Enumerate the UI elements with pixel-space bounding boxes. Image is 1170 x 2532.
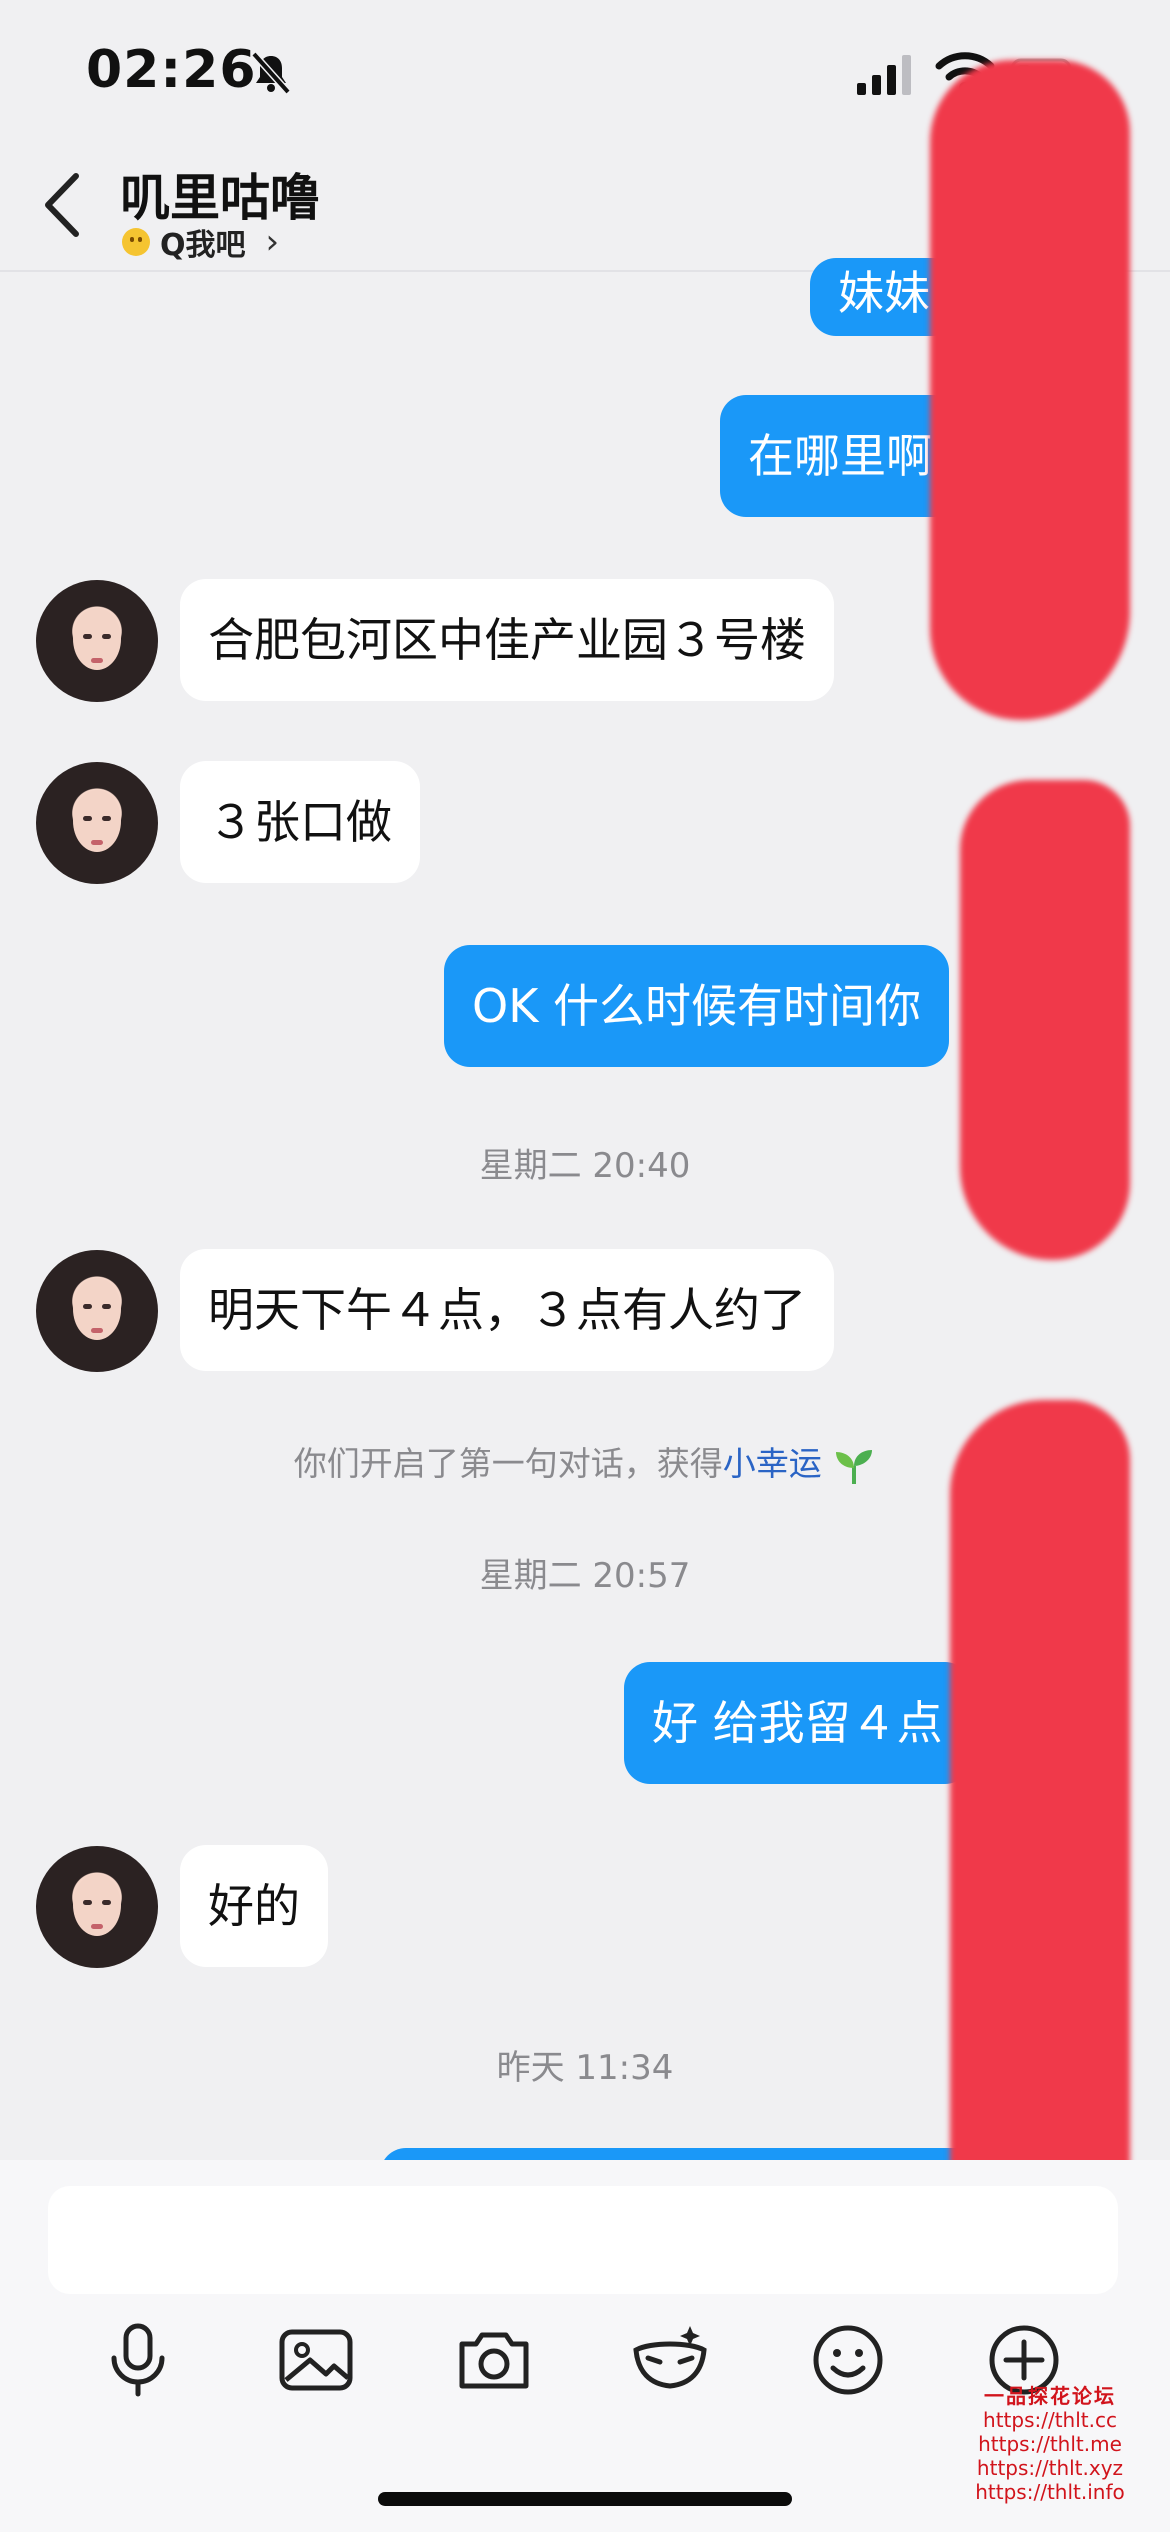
mute-bell-icon (251, 51, 291, 95)
signal-icon (857, 55, 911, 95)
message-text: 明天下午４点，３点有人约了 (208, 1283, 806, 1337)
avatar[interactable] (36, 762, 158, 884)
camera-icon[interactable] (454, 2320, 534, 2400)
avatar[interactable] (36, 580, 158, 702)
chat-subtitle-text: Q我吧 (160, 228, 246, 263)
message-incoming[interactable]: 好的 (180, 1845, 328, 1967)
message-text: 好 给我留４点 (652, 1696, 943, 1750)
message-text: OK 什么时候有时间你 (472, 979, 921, 1033)
image-icon[interactable] (276, 2320, 356, 2400)
message-input[interactable] (48, 2186, 1118, 2294)
watermark-link: https://thlt.xyz (976, 2456, 1124, 2480)
message-incoming[interactable]: ３张口做 (180, 761, 420, 883)
back-icon[interactable] (40, 170, 84, 240)
message-incoming[interactable]: 明天下午４点，３点有人约了 (180, 1249, 834, 1371)
message-outgoing[interactable]: 好 给我留４点 (624, 1662, 971, 1784)
notice-link[interactable]: 小幸运 (723, 1444, 822, 1483)
redaction-mark (930, 60, 1130, 720)
redaction-mark (960, 780, 1130, 1260)
status-time: 02:26 (86, 40, 257, 100)
avatar[interactable] (36, 1846, 158, 1968)
chat-subtitle[interactable]: Q我吧 › (122, 220, 279, 264)
message-outgoing[interactable]: OK 什么时候有时间你 (444, 945, 949, 1067)
watermark-link: https://thlt.cc (983, 2408, 1117, 2432)
watermark-link: https://thlt.me (978, 2432, 1122, 2456)
watermark-title: 一品探花论坛 (984, 2384, 1116, 2408)
message-text: 好的 (208, 1879, 300, 1933)
watermark-link: https://thlt.info (975, 2480, 1125, 2504)
notice-text: 你们开启了第一句对话，获得 (293, 1444, 723, 1483)
sprout-icon (836, 1449, 873, 1484)
mask-icon[interactable] (630, 2320, 710, 2400)
avatar[interactable] (36, 1250, 158, 1372)
home-indicator (378, 2492, 792, 2506)
message-text: 妹妹 (838, 266, 930, 320)
smiley-icon (122, 228, 150, 256)
emoji-icon[interactable] (808, 2320, 888, 2400)
message-incoming[interactable]: 合肥包河区中佳产业园３号楼 (180, 579, 834, 701)
message-text: 合肥包河区中佳产业园３号楼 (208, 613, 806, 667)
watermark: 一品探花论坛 https://thlt.cc https://thlt.me h… (950, 2384, 1150, 2504)
message-text: ３张口做 (208, 795, 392, 849)
message-text: 在哪里啊 (748, 429, 932, 483)
message-outgoing[interactable]: 在哪里啊 (720, 395, 960, 517)
chevron-right-icon: › (265, 222, 280, 262)
microphone-icon[interactable] (98, 2320, 178, 2400)
